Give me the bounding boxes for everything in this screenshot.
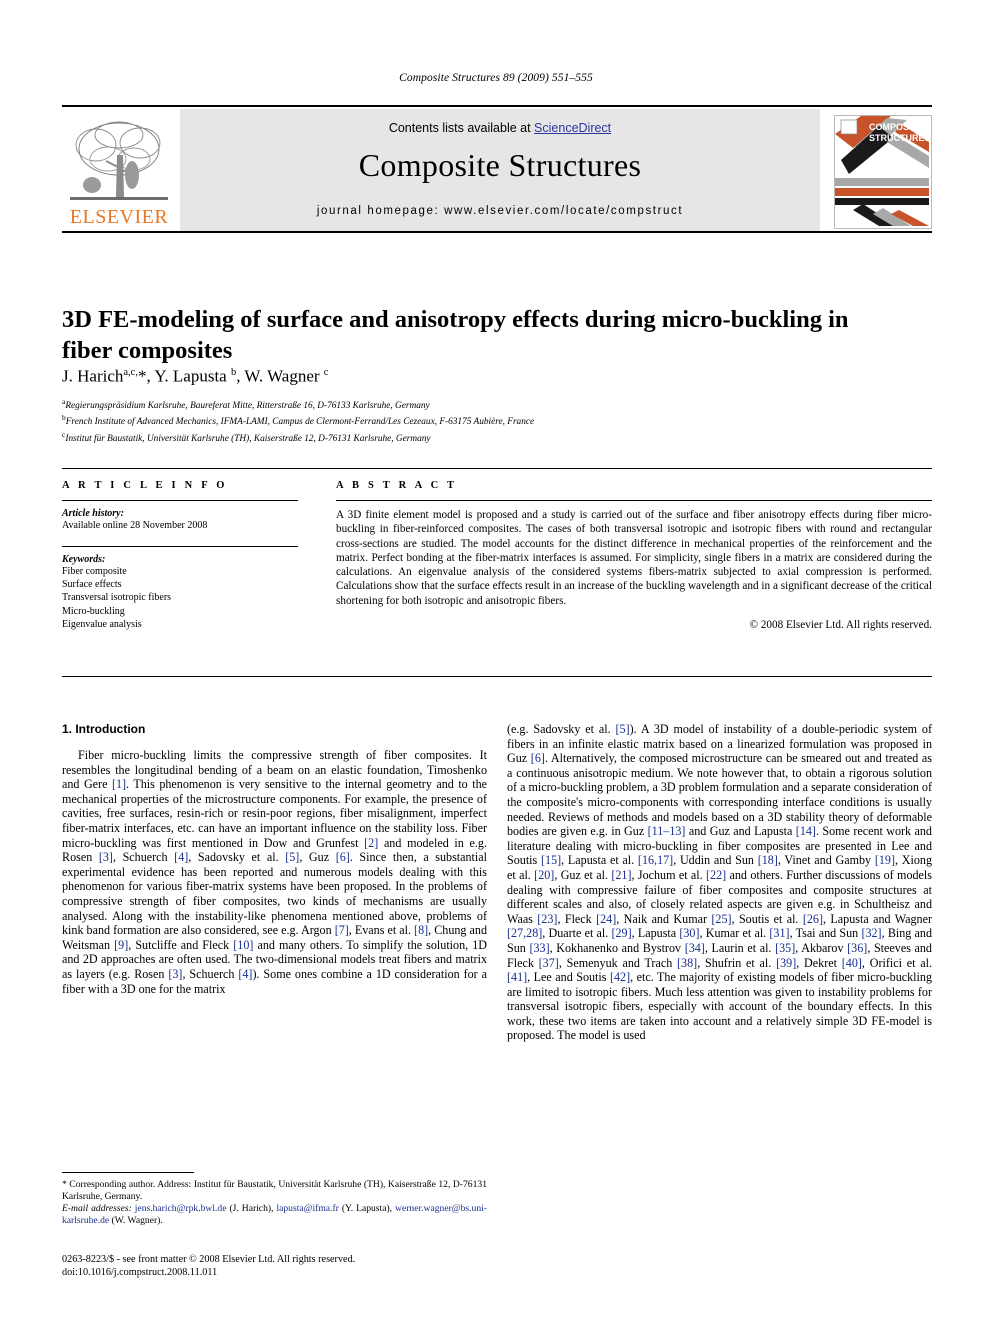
affiliation-list: aRegierungspräsidium Karlsruhe, Baurefer…: [62, 396, 932, 445]
elsevier-wordmark: ELSEVIER: [69, 206, 169, 228]
running-head: Composite Structures 89 (2009) 551–555: [399, 72, 593, 84]
citation-link[interactable]: [6]: [531, 751, 545, 765]
body-column-left: 1. Introduction Fiber micro-buckling lim…: [62, 722, 487, 996]
citation-link[interactable]: [29]: [611, 926, 631, 940]
citation-link[interactable]: [5]: [285, 850, 299, 864]
info-divider-1: [62, 500, 298, 501]
citation-link[interactable]: [41]: [507, 970, 527, 984]
abstract-divider: [336, 500, 932, 501]
keyword-item: Eigenvalue analysis: [62, 618, 142, 630]
email-link[interactable]: jens.harich@rpk.bwl.de: [135, 1203, 227, 1214]
citation-link[interactable]: [4]: [238, 967, 252, 981]
article-history-value: Available online 28 November 2008: [62, 520, 208, 531]
keywords-label: Keywords:: [62, 554, 106, 565]
citation-link[interactable]: [37]: [539, 956, 559, 970]
issn-line: 0263-8223/$ - see front matter © 2008 El…: [62, 1254, 356, 1265]
citation-link[interactable]: [3]: [168, 967, 182, 981]
cover-title-line1: COMPOSITE: [869, 122, 923, 132]
keyword-item: Fiber composite: [62, 566, 127, 577]
corresponding-author-note: * Corresponding author. Address: Institu…: [62, 1179, 487, 1203]
affiliation-a: aRegierungspräsidium Karlsruhe, Baurefer…: [62, 397, 430, 412]
citation-link[interactable]: [20]: [534, 868, 554, 882]
citation-link[interactable]: [5]: [616, 722, 630, 736]
affiliation-c: cInstitut für Baustatik, Universität Kar…: [62, 429, 431, 444]
imprint-block: 0263-8223/$ - see front matter © 2008 El…: [62, 1253, 492, 1279]
citation-link[interactable]: [7]: [335, 923, 349, 937]
citation-link[interactable]: [11–13]: [648, 824, 686, 838]
citation-link[interactable]: [23]: [537, 912, 557, 926]
citation-link[interactable]: [33]: [529, 941, 549, 955]
citation-link[interactable]: [32]: [861, 926, 881, 940]
journal-title: Composite Structures: [358, 147, 642, 183]
citation-link[interactable]: [24]: [596, 912, 616, 926]
citation-link[interactable]: [35]: [775, 941, 795, 955]
keyword-item: Surface effects: [62, 579, 122, 591]
section-heading-introduction: 1. Introduction: [62, 722, 146, 736]
article-info-heading: A R T I C L E I N F O: [62, 480, 228, 491]
citation-link[interactable]: [16,17]: [638, 853, 673, 867]
email-link[interactable]: lapusta@ifma.fr: [276, 1203, 338, 1214]
keywords-block: Keywords: Fiber composite Surface effects…: [62, 546, 298, 631]
author-list: J. Haricha,c,*, Y. Lapusta b, W. Wagner …: [62, 366, 329, 386]
abstract-heading: A B S T R A C T: [336, 480, 458, 491]
journal-cover-thumbnail: COMPOSITE STRUCTURES: [834, 115, 932, 229]
keyword-item: Micro-buckling: [62, 605, 125, 617]
citation-link[interactable]: [40]: [842, 956, 862, 970]
citation-link[interactable]: [26]: [803, 912, 823, 926]
intro-paragraph-left: Fiber micro-buckling limits the compress…: [62, 748, 488, 996]
journal-masthead: ELSEVIER Contents lists available at Sci…: [62, 105, 932, 233]
info-rule-top: [62, 468, 932, 469]
citation-link[interactable]: [4]: [174, 850, 188, 864]
page-title: 3D FE-modeling of surface and anisotropy…: [62, 306, 849, 365]
article-info-panel: A R T I C L E I N F O Article history: A…: [62, 480, 298, 631]
footnote-block: * Corresponding author. Address: Institu…: [62, 1172, 487, 1227]
abstract-text: A 3D finite element model is proposed an…: [336, 509, 932, 607]
citation-link[interactable]: [9]: [114, 938, 128, 952]
doi-line: doi:10.1016/j.compstruct.2008.11.011: [62, 1267, 218, 1278]
article-history-label: Article history:: [62, 508, 124, 519]
abstract-copyright: © 2008 Elsevier Ltd. All rights reserved…: [749, 619, 933, 632]
citation-link[interactable]: [25]: [711, 912, 731, 926]
citation-link[interactable]: [31]: [769, 926, 789, 940]
contents-prefix: Contents lists available at: [388, 121, 535, 135]
citation-link[interactable]: [8]: [414, 923, 428, 937]
citation-link[interactable]: [1]: [112, 777, 126, 791]
citation-link[interactable]: [38]: [677, 956, 697, 970]
citation-link[interactable]: [22]: [706, 868, 726, 882]
journal-homepage-line: journal homepage: www.elsevier.com/locat…: [316, 205, 684, 217]
keyword-list: Fiber composite Surface effects Transversa…: [62, 565, 298, 631]
affiliation-b: bFrench Institute of Advanced Mechanics,…: [62, 413, 535, 428]
cover-title-line2: STRUCTURES: [869, 133, 929, 143]
citation-link[interactable]: [21]: [611, 868, 631, 882]
body-column-right: (e.g. Sadovsky et al. [5]). A 3D model o…: [507, 722, 932, 1043]
citation-link[interactable]: [6]: [336, 850, 350, 864]
email-label: E-mail addresses:: [62, 1203, 135, 1215]
paper-page: Composite Structures 89 (2009) 551–555 E…: [0, 0, 992, 1323]
citation-link[interactable]: [18]: [758, 853, 778, 867]
cover-artwork-icon: COMPOSITE STRUCTURES: [835, 116, 931, 226]
elsevier-logo: ELSEVIER: [62, 113, 176, 231]
citation-link[interactable]: [14]: [796, 824, 816, 838]
citation-link[interactable]: [34]: [685, 941, 705, 955]
citation-link[interactable]: [30]: [679, 926, 699, 940]
info-divider-2: [62, 546, 298, 547]
citation-link[interactable]: [10]: [233, 938, 253, 952]
citation-link[interactable]: [42]: [610, 970, 630, 984]
intro-paragraph-right: (e.g. Sadovsky et al. [5]). A 3D model o…: [507, 722, 933, 1043]
citation-link[interactable]: [19]: [875, 853, 895, 867]
citation-link[interactable]: [27,28]: [507, 926, 542, 940]
email-addresses-note: E-mail addresses: jens.harich@rpk.bwl.de…: [62, 1203, 487, 1227]
citation-link[interactable]: [2]: [364, 836, 378, 850]
citation-link[interactable]: [36]: [847, 941, 867, 955]
keyword-item: Transversal isotropic fibers: [62, 592, 172, 604]
contents-available-line: Contents lists available at ScienceDirec…: [180, 121, 820, 135]
citation-link[interactable]: [39]: [776, 956, 796, 970]
sciencedirect-link[interactable]: ScienceDirect: [534, 121, 611, 135]
footnote-rule: [62, 1172, 194, 1173]
info-rule-bottom: [62, 676, 932, 677]
citation-link[interactable]: [15]: [541, 853, 561, 867]
abstract-panel: A B S T R A C T A 3D finite element mode…: [336, 480, 932, 631]
citation-link[interactable]: [3]: [99, 850, 113, 864]
elsevier-tree-icon: [70, 121, 168, 200]
